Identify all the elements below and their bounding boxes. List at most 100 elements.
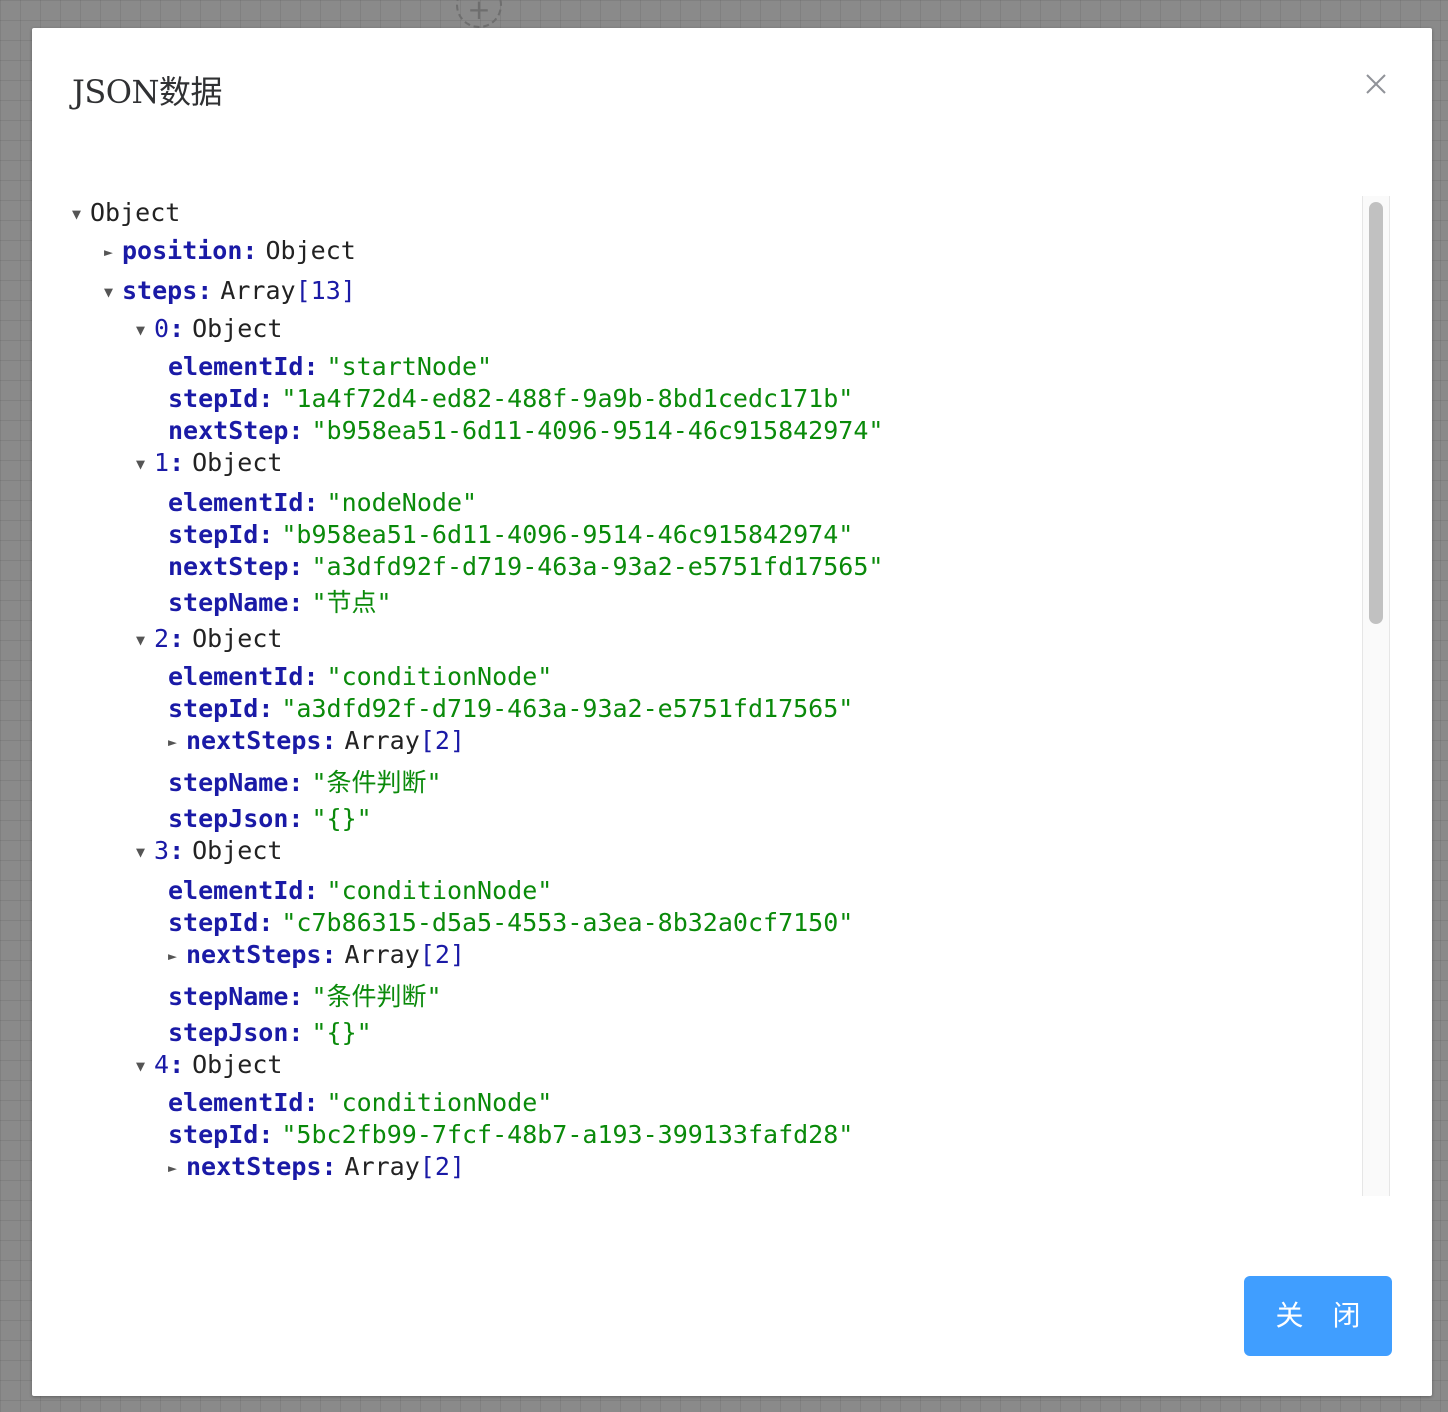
collapse-triangle-icon[interactable]: ▼ <box>104 276 122 308</box>
field-key: stepId <box>168 1120 259 1149</box>
field-value: "a3dfd92f-d719-463a-93a2-e5751fd17565" <box>311 552 884 581</box>
array-index: 2 <box>154 624 170 653</box>
field-value: "{}" <box>311 1018 372 1047</box>
tree-node-next-steps: ► nextSteps: Array[2] <box>168 1151 465 1183</box>
tree-field: stepJson: "{}" <box>168 1018 372 1047</box>
tree-node-steps: ▼ steps: Array[13] <box>104 275 356 307</box>
field-value: "5bc2fb99-7fcf-48b7-a193-399133fafd28" <box>281 1120 854 1149</box>
add-node-button: + <box>456 0 502 28</box>
field-key: stepName <box>168 982 289 1011</box>
expand-triangle-icon[interactable]: ► <box>168 726 186 758</box>
array-index: 0 <box>154 314 170 343</box>
collapse-triangle-icon[interactable]: ▼ <box>136 314 154 346</box>
type-label: Object <box>192 836 283 865</box>
field-value: "startNode" <box>326 352 493 381</box>
array-count: [2] <box>419 1152 465 1181</box>
array-count: [2] <box>419 940 465 969</box>
type-label: Array <box>220 276 296 305</box>
tree-field: stepId: "c7b86315-d5a5-4553-a3ea-8b32a0cf… <box>168 908 854 937</box>
field-key: stepJson <box>168 1018 289 1047</box>
close-icon[interactable] <box>1362 70 1390 98</box>
field-value: "1a4f72d4-ed82-488f-9a9b-8bd1cedc171b" <box>281 384 854 413</box>
type-label: Array <box>344 726 420 755</box>
tree-field: stepName: "条件判断" <box>168 982 442 1011</box>
tree-field: stepId: "b958ea51-6d11-4096-9514-46c91584… <box>168 520 854 549</box>
close-button[interactable]: 关 闭 <box>1244 1276 1392 1356</box>
json-viewer[interactable]: ▼ Object ► position: Object ▼ steps: Array[13… <box>72 196 1392 1196</box>
type-label: Array <box>344 940 420 969</box>
field-key: elementId <box>168 352 304 381</box>
type-label: Object <box>192 1050 283 1079</box>
type-label: Object <box>265 236 356 265</box>
tree-node-item-0: ▼ 0: Object <box>136 313 282 345</box>
json-dialog: JSON数据 ▼ Object ► position: Object ▼ steps: A… <box>32 28 1432 1396</box>
tree-root: ▼ Object <box>72 197 180 229</box>
tree-field: elementId: "conditionNode" <box>168 662 553 691</box>
field-key: elementId <box>168 488 304 517</box>
field-value: "c7b86315-d5a5-4553-a3ea-8b32a0cf7150" <box>281 908 854 937</box>
field-key: stepName <box>168 588 289 617</box>
tree-field: stepName: "条件判断" <box>168 768 442 797</box>
dialog-title: JSON数据 <box>72 73 223 111</box>
tree-field: stepName: "节点" <box>168 588 392 617</box>
expand-triangle-icon[interactable]: ► <box>168 940 186 972</box>
array-index: 3 <box>154 836 170 865</box>
tree-field: nextStep: "a3dfd92f-d719-463a-93a2-e5751f… <box>168 552 884 581</box>
tree-node-item-4: ▼ 4: Object <box>136 1049 282 1081</box>
field-value: "conditionNode" <box>326 1088 553 1117</box>
array-count: [2] <box>419 726 465 755</box>
field-value: "conditionNode" <box>326 876 553 905</box>
tree-field: elementId: "startNode" <box>168 352 493 381</box>
field-value: "{}" <box>311 804 372 833</box>
tree-field: stepJson: "{}" <box>168 804 372 833</box>
field-key: stepId <box>168 694 259 723</box>
field-key: nextStep <box>168 552 289 581</box>
expand-triangle-icon[interactable]: ► <box>104 236 122 268</box>
collapse-triangle-icon[interactable]: ▼ <box>72 198 90 230</box>
scrollbar-thumb[interactable] <box>1369 202 1383 624</box>
field-value: "b958ea51-6d11-4096-9514-46c915842974" <box>281 520 854 549</box>
expand-triangle-icon[interactable]: ► <box>168 1152 186 1184</box>
tree-node-position: ► position: Object <box>104 235 356 267</box>
root-type: Object <box>90 198 181 227</box>
plus-icon: + <box>467 0 491 26</box>
field-key: nextStep <box>168 416 289 445</box>
field-key: nextSteps <box>186 940 322 969</box>
type-label: Array <box>344 1152 420 1181</box>
tree-field: elementId: "conditionNode" <box>168 1088 553 1117</box>
collapse-triangle-icon[interactable]: ▼ <box>136 1050 154 1082</box>
field-key: elementId <box>168 876 304 905</box>
field-key: stepId <box>168 520 259 549</box>
tree-field: stepId: "5bc2fb99-7fcf-48b7-a193-399133fa… <box>168 1120 854 1149</box>
type-label: Object <box>192 448 283 477</box>
tree-field: elementId: "conditionNode" <box>168 876 553 905</box>
field-key: elementId <box>168 662 304 691</box>
field-key: stepName <box>168 768 289 797</box>
field-key: nextSteps <box>186 726 322 755</box>
collapse-triangle-icon[interactable]: ▼ <box>136 836 154 868</box>
array-index: 1 <box>154 448 170 477</box>
collapse-triangle-icon[interactable]: ▼ <box>136 448 154 480</box>
field-key: stepId <box>168 908 259 937</box>
tree-field: nextStep: "b958ea51-6d11-4096-9514-46c915… <box>168 416 884 445</box>
key-position: position <box>122 236 243 265</box>
field-value: "条件判断" <box>311 982 442 1011</box>
field-value: "条件判断" <box>311 768 442 797</box>
json-scrollbar[interactable] <box>1362 196 1390 1196</box>
field-value: "conditionNode" <box>326 662 553 691</box>
tree-node-item-3: ▼ 3: Object <box>136 835 282 867</box>
type-label: Object <box>192 314 283 343</box>
field-value: "nodeNode" <box>326 488 478 517</box>
tree-node-item-2: ▼ 2: Object <box>136 623 282 655</box>
tree-node-next-steps: ► nextSteps: Array[2] <box>168 725 465 757</box>
tree-node-item-1: ▼ 1: Object <box>136 447 282 479</box>
field-key: stepJson <box>168 804 289 833</box>
array-index: 4 <box>154 1050 170 1079</box>
tree-field: elementId: "nodeNode" <box>168 488 478 517</box>
tree-node-next-steps: ► nextSteps: Array[2] <box>168 939 465 971</box>
field-value: "a3dfd92f-d719-463a-93a2-e5751fd17565" <box>281 694 854 723</box>
collapse-triangle-icon[interactable]: ▼ <box>136 624 154 656</box>
tree-field: stepId: "a3dfd92f-d719-463a-93a2-e5751fd1… <box>168 694 854 723</box>
field-key: elementId <box>168 1088 304 1117</box>
field-value: "b958ea51-6d11-4096-9514-46c915842974" <box>311 416 884 445</box>
